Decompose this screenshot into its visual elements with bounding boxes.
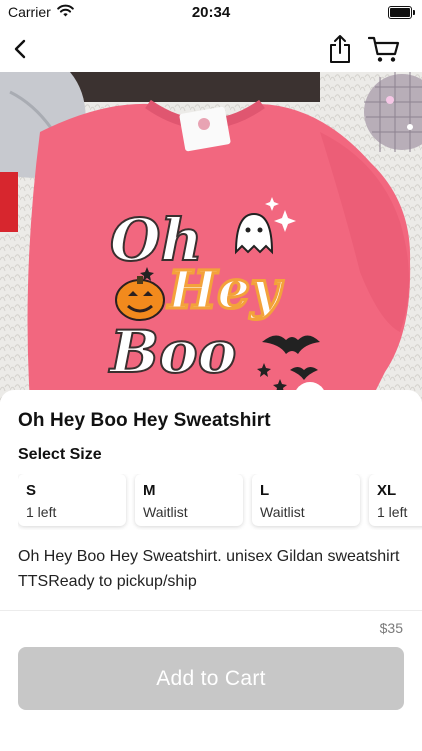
back-button[interactable] — [4, 32, 38, 66]
size-option-l[interactable]: L Waitlist — [252, 474, 360, 526]
size-name: L — [260, 482, 270, 499]
size-selector[interactable]: S 1 left M Waitlist L Waitlist XL 1 left — [18, 474, 422, 530]
size-availability: Waitlist — [143, 504, 188, 520]
size-name: S — [26, 482, 37, 499]
size-name: XL — [377, 482, 397, 499]
product-image[interactable]: Oh Hey Boo — [0, 72, 422, 402]
size-availability: 1 left — [26, 504, 57, 520]
product-description: Oh Hey Boo Hey Sweatshirt. unisex Gildan… — [18, 548, 400, 590]
product-details-sheet: Oh Hey Boo Hey Sweatshirt Select Size S … — [0, 390, 422, 610]
size-option-xl[interactable]: XL 1 left — [369, 474, 422, 526]
size-option-m[interactable]: M Waitlist — [135, 474, 243, 526]
size-name: M — [143, 482, 156, 499]
share-icon — [330, 35, 350, 63]
graphic-word-hey: Hey — [166, 260, 284, 321]
select-size-label: Select Size — [18, 446, 102, 463]
cart-icon — [368, 36, 400, 62]
size-availability: Waitlist — [260, 504, 305, 520]
purchase-footer: $35 Add to Cart — [0, 610, 422, 751]
battery-icon — [388, 6, 415, 19]
size-availability: 1 left — [377, 504, 408, 520]
add-to-cart-button[interactable]: Add to Cart — [18, 647, 404, 710]
nav-bar — [0, 24, 422, 72]
clock: 20:34 — [191, 4, 231, 21]
status-bar: Carrier 20:34 — [0, 0, 422, 24]
chevron-left-icon — [14, 39, 26, 59]
price-label: $35 — [379, 620, 403, 636]
share-button[interactable] — [323, 32, 357, 66]
size-option-s[interactable]: S 1 left — [18, 474, 126, 526]
graphic-word-boo: Boo — [108, 318, 236, 386]
cart-button[interactable] — [367, 32, 401, 66]
product-title: Oh Hey Boo Hey Sweatshirt — [18, 410, 271, 431]
